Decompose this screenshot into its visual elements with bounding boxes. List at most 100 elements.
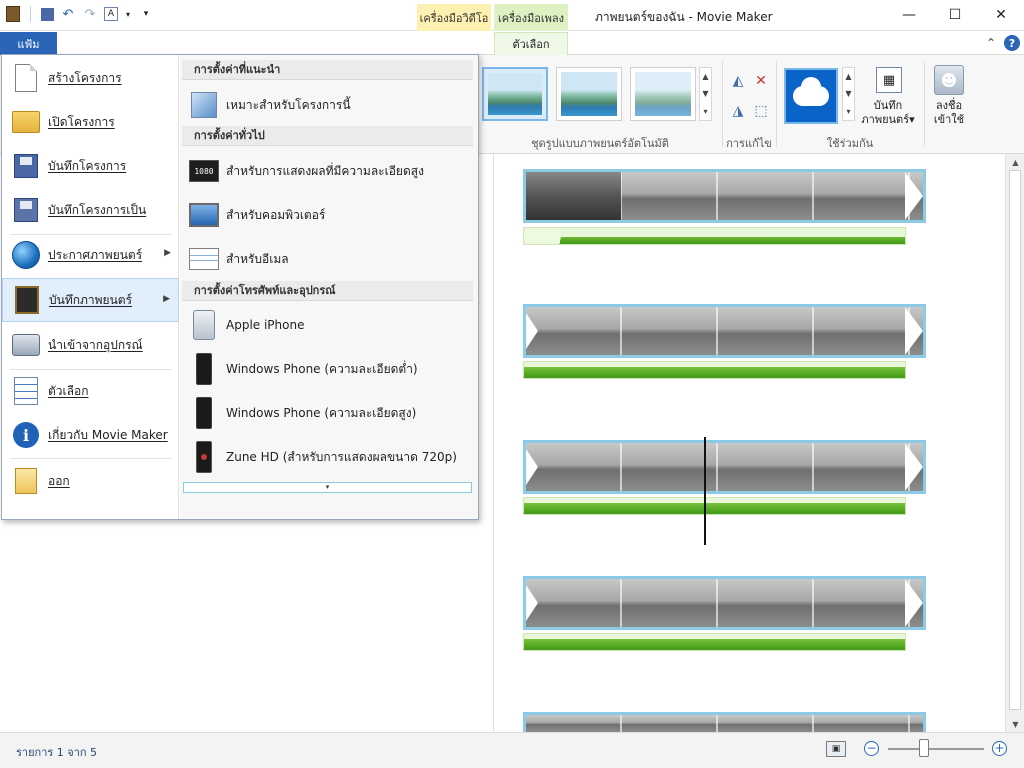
gallery-up-icon[interactable]: ▲: [702, 72, 708, 81]
menu-item-label: เปิดโครงการ: [48, 114, 115, 129]
storyboard[interactable]: [493, 154, 1005, 732]
video-clip[interactable]: [523, 169, 926, 223]
playback-indicator[interactable]: [704, 437, 706, 545]
share-more-icon[interactable]: ▾: [846, 107, 850, 116]
scroll-up-icon[interactable]: ▲: [1006, 154, 1024, 170]
gallery-down-icon[interactable]: ▼: [702, 89, 708, 98]
menu-item-save-project-as[interactable]: บันทึกโครงการเป็น: [2, 188, 179, 232]
save-movie-label-line2: ภาพยนตร์▾: [861, 113, 915, 126]
thumbnail-size-icon[interactable]: ▣: [826, 741, 846, 757]
signin-label-line1: ลงชื่อ: [935, 99, 963, 112]
submenu-item-label: Zune HD (สำหรับการแสดงผลขนาด 720p): [226, 449, 457, 464]
audio-track[interactable]: [523, 497, 906, 515]
submenu-item-windows-phone-high[interactable]: Windows Phone (ความละเอียดสูง): [182, 391, 473, 435]
minimize-button[interactable]: —: [894, 4, 924, 26]
zoom-slider-thumb[interactable]: [919, 739, 929, 757]
collapse-ribbon-icon[interactable]: ⌃: [986, 36, 996, 50]
save-icon[interactable]: [41, 7, 54, 21]
onedrive-share-button[interactable]: [784, 68, 838, 124]
menu-item-label: ตัวเลือก: [48, 383, 89, 398]
save-project-icon: [10, 150, 42, 182]
zoom-slider-track[interactable]: [888, 748, 984, 750]
group-label-share: ใช้ร่วมกัน: [826, 137, 874, 150]
menu-item-about[interactable]: i เกี่ยวกับ Movie Maker: [2, 413, 179, 457]
chevron-down-icon[interactable]: ▾: [124, 6, 132, 22]
audio-track[interactable]: [523, 361, 906, 379]
tab-file[interactable]: แฟ้ม: [0, 32, 57, 55]
menu-item-publish-movie[interactable]: ประกาศภาพยนตร์ ▶: [2, 233, 179, 277]
title-bar: ↶ ↷ A ▾ ▾ เครื่องมือวิดีโอ เครื่องมือเพล…: [0, 0, 1024, 31]
help-icon[interactable]: ?: [1004, 35, 1020, 51]
share-gallery-scroll[interactable]: ▲ ▼ ▾: [842, 67, 855, 121]
audio-track[interactable]: [523, 227, 906, 245]
submenu-item-high-definition[interactable]: 1080 สำหรับการแสดงผลที่มีความละเอียดสูง: [182, 149, 473, 193]
group-label-automovie: ชุดรูปแบบภาพยนตร์อัตโนมัติ: [531, 137, 669, 150]
menu-item-exit[interactable]: ออก: [2, 459, 179, 503]
save-movie-label-line1: บันทึก: [873, 99, 903, 112]
clip-waveform: [526, 443, 923, 491]
clip-start-arrow-icon: [526, 585, 538, 621]
maximize-button[interactable]: ☐: [940, 4, 970, 26]
menu-item-save-project[interactable]: บันทึกโครงการ: [2, 144, 179, 188]
submenu-more-button[interactable]: ▾: [183, 482, 472, 493]
video-tools-context-tab[interactable]: เครื่องมือวิดีโอ: [417, 4, 491, 31]
storyboard-scrollbar[interactable]: ▲ ▼: [1005, 154, 1024, 732]
submenu-item-windows-phone-low[interactable]: Windows Phone (ความละเอียดต่ำ): [182, 347, 473, 391]
audio-track[interactable]: [523, 633, 906, 651]
share-up-icon[interactable]: ▲: [845, 72, 851, 81]
menu-item-new-project[interactable]: สร้างโครงการ: [2, 56, 179, 100]
zoom-out-button[interactable]: −: [864, 741, 879, 756]
automovie-theme-3[interactable]: [630, 67, 696, 121]
submenu-item-label: Apple iPhone: [226, 318, 305, 332]
signin-button[interactable]: ลงชื่อ เข้าใช้: [924, 99, 974, 127]
submenu-item-computer[interactable]: สำหรับคอมพิวเตอร์: [182, 193, 473, 237]
save-movie-icon[interactable]: ▦: [876, 67, 902, 93]
menu-item-open-project[interactable]: เปิดโครงการ: [2, 100, 179, 144]
close-button[interactable]: ✕: [986, 4, 1016, 26]
submenu-item-recommended[interactable]: เหมาะสำหรับโครงการนี้: [182, 83, 473, 127]
submenu-item-zune-hd[interactable]: Zune HD (สำหรับการแสดงผลขนาด 720p): [182, 435, 473, 479]
menu-item-label: บันทึกภาพยนตร์: [49, 292, 133, 307]
redo-icon[interactable]: ↷: [82, 6, 98, 22]
undo-icon[interactable]: ↶: [60, 6, 76, 22]
zoom-in-button[interactable]: +: [992, 741, 1007, 756]
file-menu: สร้างโครงการ เปิดโครงการ บันทึกโครงการ บ…: [1, 54, 479, 520]
menu-item-save-movie[interactable]: บันทึกภาพยนตร์ ▶: [2, 278, 179, 322]
save-movie-button[interactable]: บันทึก ภาพยนตร์▾: [858, 99, 918, 127]
video-clip[interactable]: [523, 576, 926, 630]
music-tools-context-tab[interactable]: เครื่องมือเพลง: [494, 4, 568, 31]
quick-access-toolbar: ↶ ↷ A ▾ ▾: [6, 6, 154, 22]
select-all-icon[interactable]: ⬚: [751, 101, 771, 121]
gallery-more-icon[interactable]: ▾: [703, 107, 707, 116]
font-icon[interactable]: A: [104, 7, 118, 21]
film-icon[interactable]: [6, 6, 20, 22]
scrollbar-thumb[interactable]: [1009, 170, 1021, 710]
automovie-theme-2[interactable]: [556, 67, 622, 121]
gallery-scroll[interactable]: ▲ ▼ ▾: [699, 67, 712, 121]
rotate-left-icon[interactable]: ◭: [728, 71, 748, 91]
menu-item-label: ออก: [48, 473, 70, 488]
publish-globe-icon: [10, 239, 42, 271]
menu-item-options[interactable]: ตัวเลือก: [2, 369, 179, 413]
computer-icon: [188, 199, 220, 231]
scroll-down-icon[interactable]: ▼: [1006, 716, 1024, 732]
menu-item-import-from-device[interactable]: นำเข้าจากอุปกรณ์: [2, 323, 179, 367]
rotate-right-icon[interactable]: ◮: [728, 101, 748, 121]
theme-thumbnail: [635, 72, 691, 116]
automovie-theme-1[interactable]: [482, 67, 548, 121]
zune-icon: [188, 441, 220, 473]
submenu-item-iphone[interactable]: Apple iPhone: [182, 303, 473, 347]
video-clip[interactable]: [523, 440, 926, 494]
video-clip[interactable]: [523, 304, 926, 358]
share-down-icon[interactable]: ▼: [845, 89, 851, 98]
clip-waveform: [526, 579, 923, 627]
tab-options[interactable]: ตัวเลือก: [494, 32, 568, 55]
video-clip[interactable]: [523, 712, 926, 732]
clip-transition-arrow-icon: [905, 579, 923, 627]
remove-icon[interactable]: ✕: [751, 71, 771, 91]
submenu-item-email[interactable]: สำหรับอีเมล: [182, 237, 473, 281]
customize-toolbar-icon[interactable]: ▾: [138, 6, 154, 22]
submenu-item-label: เหมาะสำหรับโครงการนี้: [226, 97, 351, 112]
import-device-icon: [10, 329, 42, 361]
user-avatar-icon[interactable]: ☻: [934, 65, 964, 95]
